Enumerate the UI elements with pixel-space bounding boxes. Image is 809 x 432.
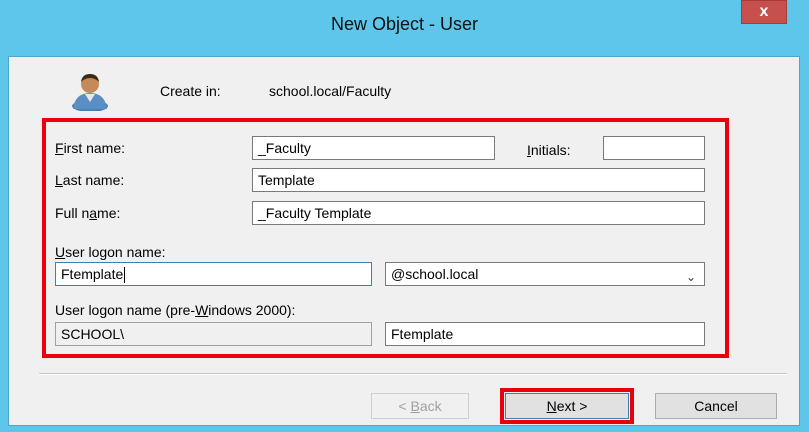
back-button-pre: <	[398, 398, 411, 414]
close-button[interactable]: x	[741, 0, 787, 24]
user-avatar-icon	[72, 74, 108, 111]
new-object-user-window: New Object - User x Create in: school.lo…	[0, 0, 809, 432]
cancel-button[interactable]: Cancel	[655, 393, 777, 419]
back-button[interactable]: < Back	[371, 393, 469, 419]
dialog-body: Create in: school.local/Faculty First na…	[8, 56, 800, 426]
create-in-path: school.local/Faculty	[269, 83, 392, 99]
next-highlight-box	[500, 388, 634, 424]
separator	[39, 373, 787, 375]
form-highlight-box	[42, 118, 729, 358]
title-bar[interactable]: New Object - User x	[0, 0, 809, 56]
window-title: New Object - User	[330, 14, 479, 34]
back-button-label: ack	[419, 398, 442, 414]
back-access-key: B	[410, 398, 420, 414]
create-in-label: Create in:	[160, 83, 221, 99]
